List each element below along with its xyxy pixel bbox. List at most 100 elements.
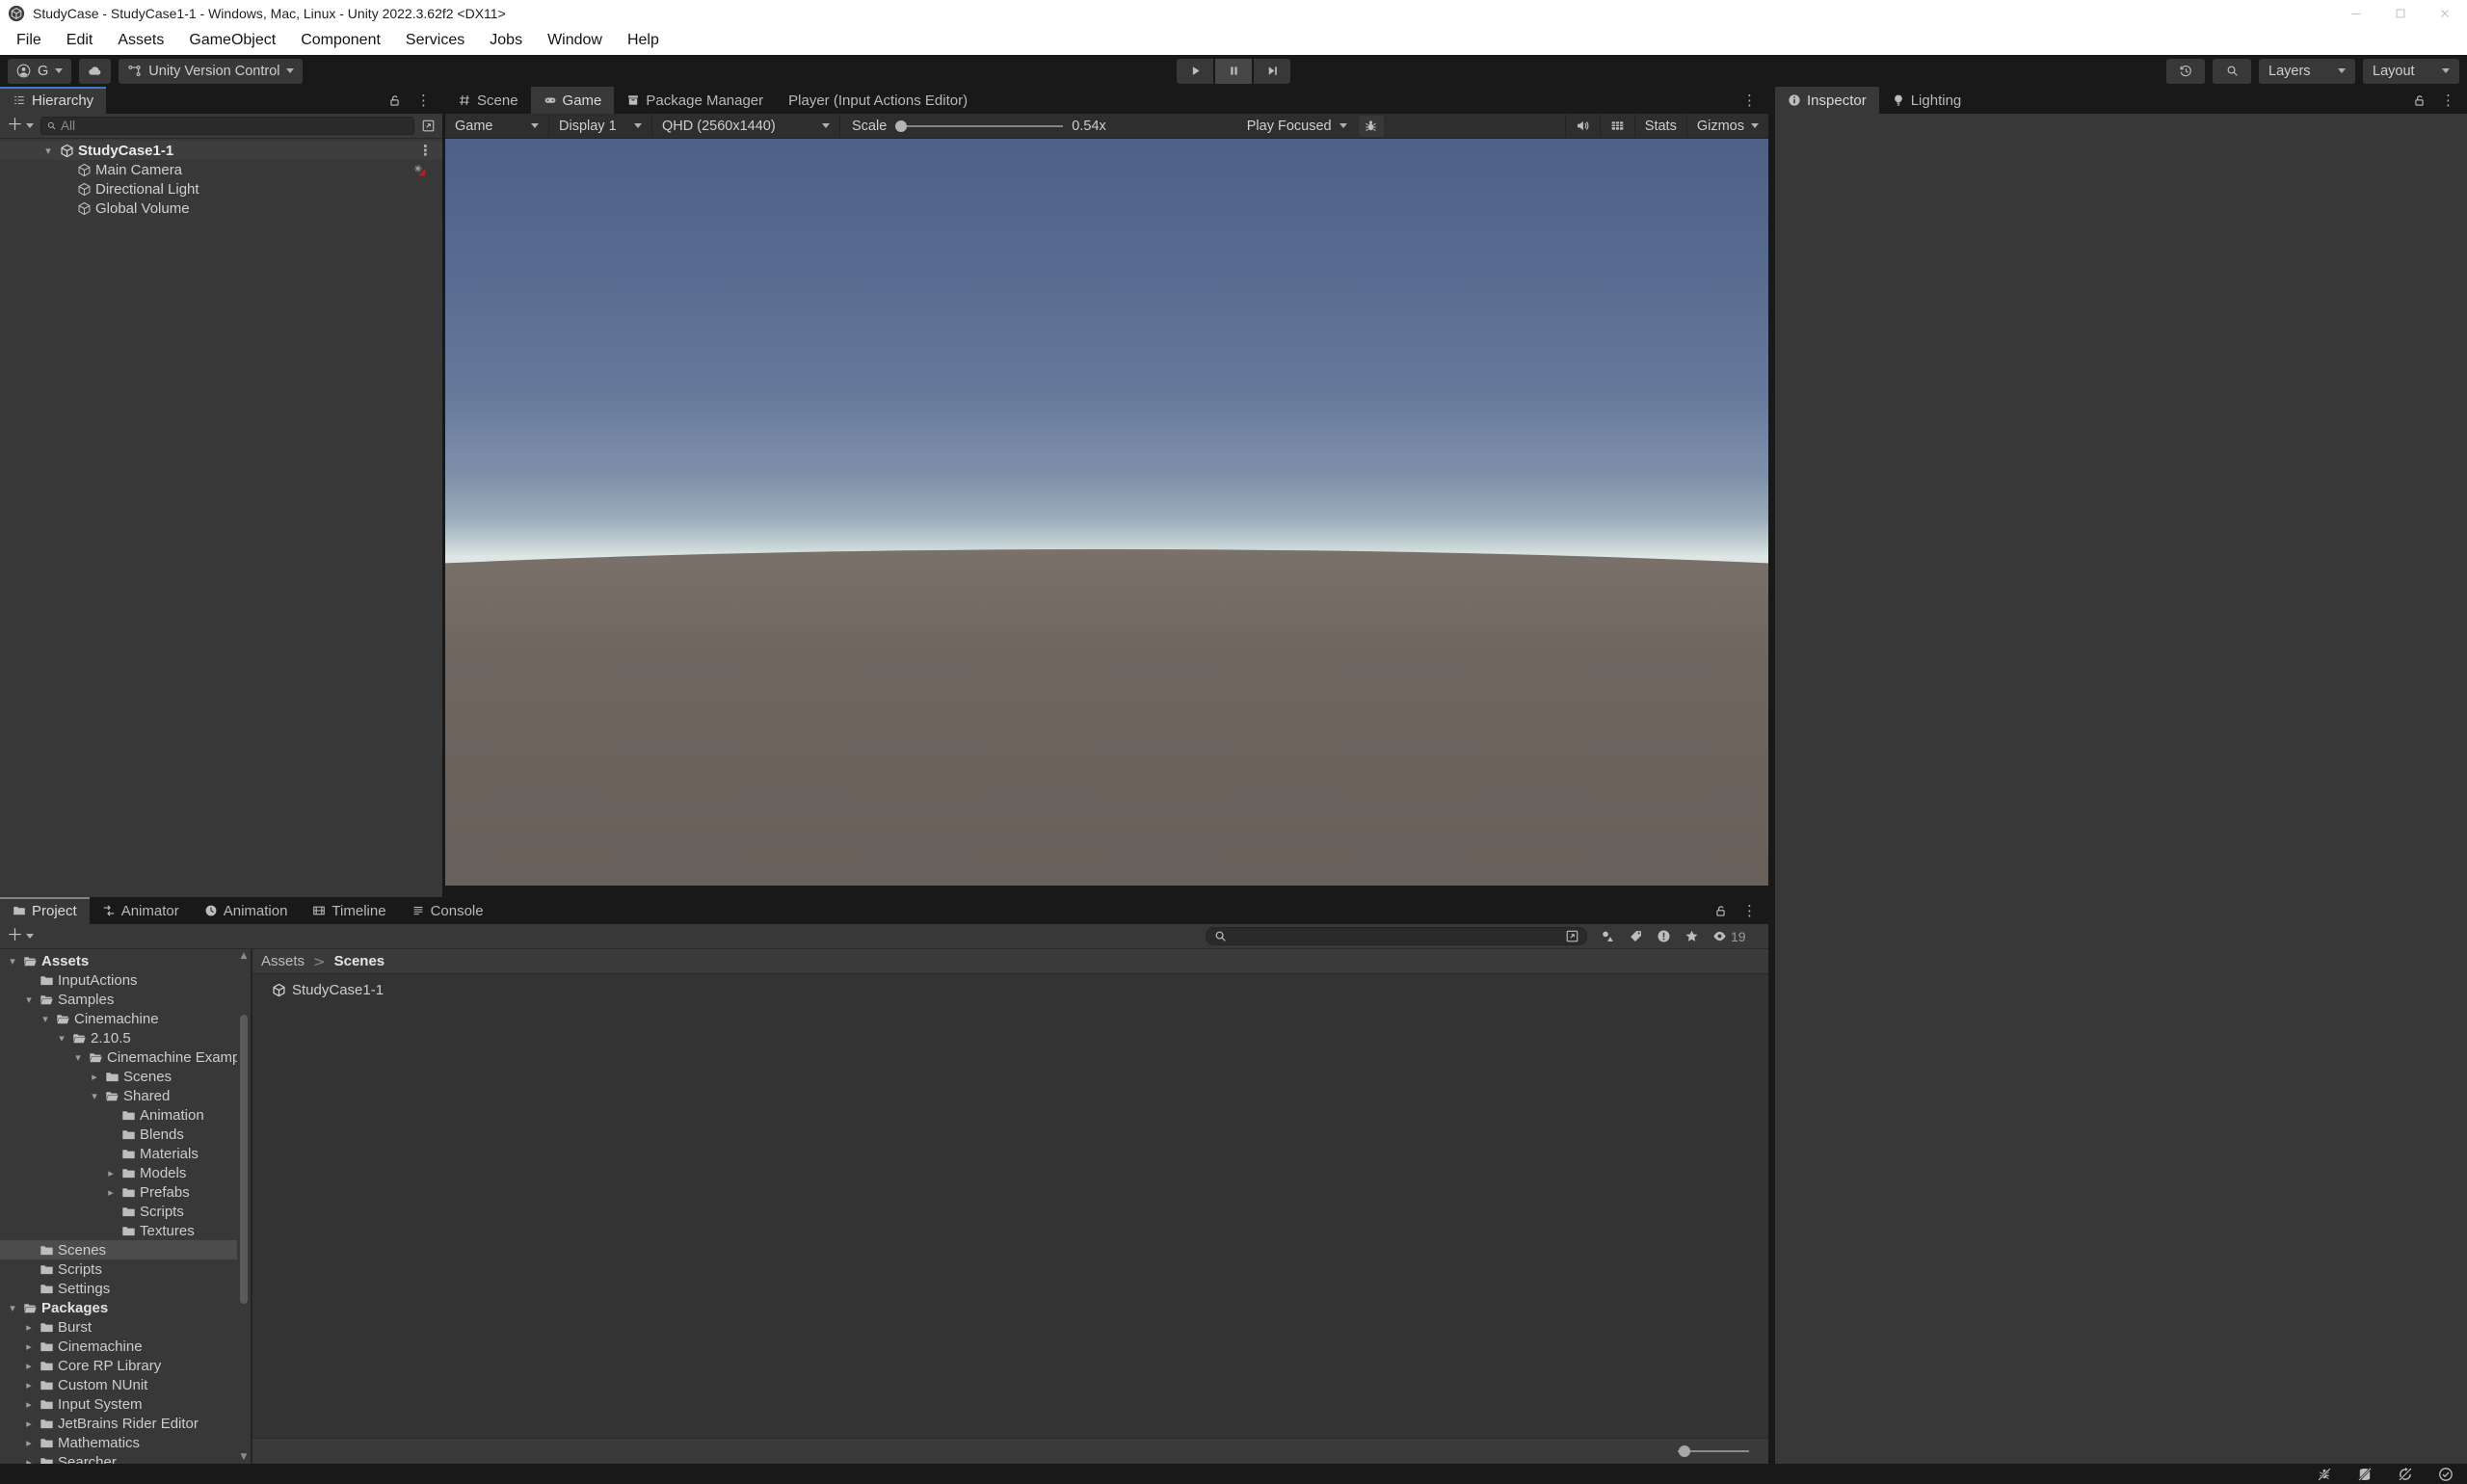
tree-item-scripts[interactable]: Scripts (0, 1259, 251, 1279)
thumbnail-zoom-slider[interactable] (1678, 1445, 1749, 1457)
auto-refresh-paused-icon[interactable] (2398, 1467, 2413, 1482)
project-search-input[interactable] (1206, 927, 1587, 945)
tree-item-cinemachine-examples[interactable]: ▾ Cinemachine Examples (0, 1047, 251, 1067)
chevron-down-icon[interactable] (26, 934, 34, 939)
resolution-dropdown[interactable]: QHD (2560x1440) (652, 114, 840, 138)
layers-dropdown[interactable]: Layers (2259, 58, 2355, 84)
expander-arrow-icon[interactable]: ▸ (104, 1167, 118, 1179)
hierarchy-item-global-volume[interactable]: Global Volume (0, 199, 442, 218)
expander-arrow-icon[interactable]: ▾ (6, 1302, 19, 1314)
hierarchy-item-studycase1-1[interactable]: ▾ StudyCase1-1 ⋮ (0, 141, 442, 160)
menu-services[interactable]: Services (393, 32, 477, 49)
lock-icon[interactable] (1713, 904, 1728, 918)
tree-item-models[interactable]: ▸ Models (0, 1163, 251, 1182)
tree-item-prefabs[interactable]: ▸ Prefabs (0, 1182, 251, 1202)
tree-item-core-rp-library[interactable]: ▸ Core RP Library (0, 1356, 251, 1375)
scale-slider[interactable] (895, 119, 1064, 132)
menu-help[interactable]: Help (615, 32, 672, 49)
layout-dropdown[interactable]: Layout (2363, 58, 2459, 84)
mute-audio-button[interactable] (1564, 114, 1600, 138)
expander-arrow-icon[interactable]: ▸ (104, 1186, 118, 1199)
stats-button[interactable]: Stats (1633, 114, 1686, 138)
tree-item-scenes[interactable]: ▸ Scenes (0, 1067, 251, 1086)
progress-idle-icon[interactable] (2438, 1467, 2454, 1482)
tree-item-mathematics[interactable]: ▸ Mathematics (0, 1433, 251, 1452)
menu-assets[interactable]: Assets (105, 32, 176, 49)
kebab-menu-icon[interactable]: ⋮ (1742, 902, 1757, 919)
search-button[interactable] (2213, 58, 2251, 84)
pause-button[interactable] (1215, 58, 1252, 84)
tab-player-input-actions-editor[interactable]: Player (Input Actions Editor) (776, 87, 980, 114)
add-object-button[interactable]: ＋ (7, 118, 23, 134)
cloud-button[interactable] (79, 58, 112, 84)
save-search-icon[interactable] (1684, 929, 1699, 943)
account-button[interactable]: G (8, 58, 72, 84)
tab-console[interactable]: Console (399, 897, 496, 924)
hierarchy-search-input[interactable]: All (40, 117, 414, 135)
tab-animation[interactable]: Animation (192, 897, 301, 924)
tree-item-cinemachine[interactable]: ▸ Cinemachine (0, 1337, 251, 1356)
tree-item-materials[interactable]: Materials (0, 1144, 251, 1163)
close-button[interactable] (2423, 0, 2467, 26)
expander-arrow-icon[interactable]: ▸ (22, 1379, 36, 1391)
tree-item-animation[interactable]: Animation (0, 1105, 251, 1125)
game-target-dropdown[interactable]: Game (445, 114, 549, 138)
open-search-window-icon[interactable] (1565, 929, 1579, 943)
game-viewport[interactable] (445, 139, 1768, 886)
expander-arrow-icon[interactable]: ▸ (22, 1456, 36, 1465)
expander-arrow-icon[interactable]: ▾ (88, 1090, 101, 1102)
tree-item-settings[interactable]: Settings (0, 1279, 251, 1298)
tree-item-jetbrains-rider-editor[interactable]: ▸ JetBrains Rider Editor (0, 1414, 251, 1433)
undo-history-button[interactable] (2166, 58, 2205, 84)
expander-arrow-icon[interactable]: ▾ (6, 955, 19, 967)
hierarchy-item-directional-light[interactable]: Directional Light (0, 179, 442, 199)
tree-item-burst[interactable]: ▸ Burst (0, 1317, 251, 1337)
scroll-down-icon[interactable]: ▼ (237, 1452, 251, 1462)
cache-server-disabled-icon[interactable] (2357, 1467, 2373, 1482)
expander-arrow-icon[interactable]: ▾ (40, 145, 56, 157)
breadcrumb-root[interactable]: Assets (261, 953, 305, 969)
lock-icon[interactable] (387, 93, 402, 108)
gizmos-dropdown[interactable]: Gizmos (1685, 114, 1768, 138)
debug-button[interactable] (1358, 115, 1384, 137)
scrollbar-thumb[interactable] (240, 1015, 248, 1304)
tab-hierarchy[interactable]: Hierarchy (0, 87, 107, 114)
expander-arrow-icon[interactable]: ▸ (22, 1398, 36, 1411)
tree-item-input-system[interactable]: ▸ Input System (0, 1394, 251, 1414)
kebab-menu-icon[interactable]: ⋮ (416, 92, 431, 109)
menu-gameobject[interactable]: GameObject (176, 32, 288, 49)
lock-icon[interactable] (2412, 93, 2427, 108)
tree-item-custom-nunit[interactable]: ▸ Custom NUnit (0, 1375, 251, 1394)
tab-inspector[interactable]: Inspector (1775, 87, 1879, 114)
search-by-label-icon[interactable] (1629, 929, 1643, 943)
menu-component[interactable]: Component (288, 32, 393, 49)
tree-scrollbar[interactable]: ▲ ▼ (237, 949, 251, 1464)
menu-jobs[interactable]: Jobs (477, 32, 535, 49)
tree-item-blends[interactable]: Blends (0, 1125, 251, 1144)
tree-item-searcher[interactable]: ▸ Searcher (0, 1452, 251, 1464)
search-by-type-icon[interactable] (1601, 929, 1615, 943)
picker-icon[interactable] (421, 119, 436, 133)
tree-item-samples[interactable]: ▾ Samples (0, 990, 251, 1009)
add-asset-button[interactable]: ＋ (7, 928, 23, 944)
tab-package-manager[interactable]: Package Manager (614, 87, 776, 114)
tab-game[interactable]: Game (530, 87, 615, 114)
minimize-button[interactable] (2334, 0, 2378, 26)
thumbnail-zoom-handle[interactable] (1679, 1445, 1690, 1457)
scroll-up-icon[interactable]: ▲ (237, 951, 251, 961)
tab-timeline[interactable]: Timeline (300, 897, 398, 924)
hidden-count-badge[interactable]: 19 (1712, 929, 1746, 944)
tab-project[interactable]: Project (0, 897, 90, 924)
expander-arrow-icon[interactable]: ▾ (22, 994, 36, 1006)
expander-arrow-icon[interactable]: ▾ (39, 1013, 52, 1025)
tab-animator[interactable]: Animator (90, 897, 192, 924)
step-button[interactable] (1254, 58, 1290, 84)
tree-item-scripts[interactable]: Scripts (0, 1202, 251, 1221)
expander-arrow-icon[interactable]: ▸ (22, 1340, 36, 1353)
version-control-button[interactable]: Unity Version Control (119, 58, 304, 84)
vsync-button[interactable] (1599, 114, 1634, 138)
tree-item-cinemachine[interactable]: ▾ Cinemachine (0, 1009, 251, 1028)
tab-lighting[interactable]: Lighting (1879, 87, 1975, 114)
kebab-menu-icon[interactable]: ⋮ (1742, 92, 1757, 109)
import-log-icon[interactable] (1657, 929, 1671, 943)
